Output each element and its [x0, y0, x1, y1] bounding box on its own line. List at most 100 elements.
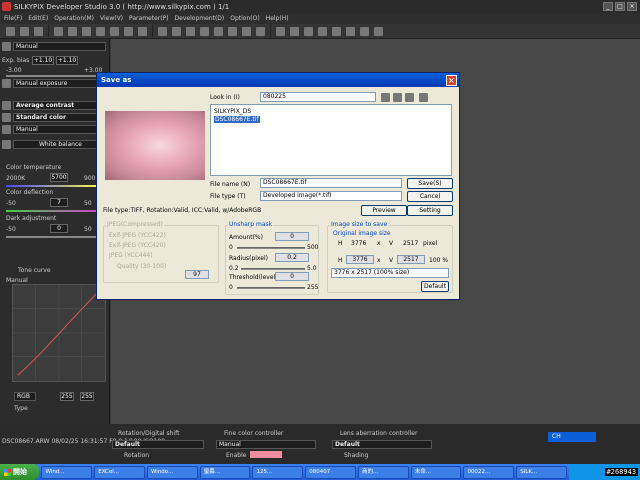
up-folder-icon[interactable]	[393, 93, 402, 102]
menu-option[interactable]: Option(O)	[230, 15, 259, 22]
close-button[interactable]: ×	[627, 2, 637, 11]
new-v-input[interactable]: 2517	[397, 255, 425, 264]
threshold-input[interactable]: 0	[275, 272, 309, 281]
cd-input[interactable]: 7	[50, 198, 68, 207]
menu-help[interactable]: Help(H)	[266, 15, 289, 22]
menu-parameter[interactable]: Parameter(P)	[129, 15, 169, 22]
edit-icon[interactable]	[34, 26, 43, 36]
lens-select[interactable]: Default	[332, 440, 432, 449]
rgb-in[interactable]: 255	[60, 392, 74, 401]
gear-icon[interactable]	[2, 41, 11, 51]
rotation-check[interactable]: Rotation	[124, 452, 149, 459]
back-icon[interactable]	[381, 93, 390, 102]
view-compare-icon[interactable]	[124, 26, 133, 36]
rgb-select[interactable]: RGB	[14, 392, 36, 401]
start-button[interactable]: 開始	[0, 464, 40, 480]
zoom-icon[interactable]	[172, 26, 181, 36]
new-folder-icon[interactable]	[405, 93, 414, 102]
menu-operation[interactable]: Operation(M)	[54, 15, 94, 22]
view-split-icon[interactable]	[138, 26, 147, 36]
rotate-left-icon[interactable]	[186, 26, 195, 36]
minimize-button[interactable]: _	[603, 2, 613, 11]
spot-icon[interactable]	[228, 26, 237, 36]
task-button[interactable]: Wind...	[41, 465, 93, 479]
exp-input[interactable]: +1.10	[32, 55, 54, 65]
size-select[interactable]: 3776 x 2517 (100% size)	[331, 268, 449, 278]
lookin-select[interactable]: 080225	[260, 92, 376, 102]
text-icon[interactable]	[360, 26, 369, 36]
tone-curve[interactable]	[12, 284, 106, 382]
view-menu-icon[interactable]	[419, 93, 428, 102]
da-input[interactable]: 0	[50, 224, 68, 233]
settings-icon[interactable]	[318, 26, 327, 36]
finecolor-select[interactable]: Manual	[216, 440, 316, 449]
da-slider[interactable]	[6, 236, 100, 238]
maximize-button[interactable]: □	[615, 2, 625, 11]
exposure-mode-select[interactable]: Manual exposure	[13, 78, 106, 88]
task-button[interactable]: 080407	[305, 465, 356, 479]
fit-icon[interactable]	[158, 26, 167, 36]
radius-slider[interactable]	[241, 268, 305, 270]
task-button[interactable]: 螢幕...	[199, 465, 251, 479]
wb-icon[interactable]	[256, 26, 265, 36]
list-item[interactable]: SILKYPIX_DS	[214, 108, 251, 115]
exp-slider[interactable]	[6, 75, 100, 77]
eyedropper-icon[interactable]	[242, 26, 251, 36]
crop-icon[interactable]	[214, 26, 223, 36]
open-icon[interactable]	[20, 26, 29, 36]
language-bar[interactable]: CH	[548, 432, 596, 442]
ct-input[interactable]: 5700	[50, 173, 68, 182]
view-single-icon[interactable]	[82, 26, 91, 36]
color-select[interactable]: Standard color	[13, 112, 106, 122]
task-button[interactable]: 商的...	[357, 465, 409, 479]
sharpness-select[interactable]: Manual	[13, 124, 106, 134]
new-icon[interactable]	[6, 26, 15, 36]
task-button[interactable]: Windo...	[146, 465, 198, 479]
color-swatch[interactable]	[250, 451, 282, 458]
jpeg-opt-422[interactable]: Exif-JPEG (YCC422)	[109, 232, 166, 239]
develop-icon[interactable]	[276, 26, 285, 36]
menu-view[interactable]: View(V)	[100, 15, 123, 22]
radius-input[interactable]: 0.2	[275, 253, 309, 262]
menu-file[interactable]: File(F)	[4, 15, 22, 22]
menu-edit[interactable]: Edit(E)	[28, 15, 48, 22]
rotation-select[interactable]: Default	[112, 440, 204, 449]
setting-button[interactable]: Setting	[407, 205, 453, 216]
rgb-out[interactable]: 255	[80, 392, 94, 401]
task-button[interactable]: SILK...	[516, 465, 567, 479]
cancel-button[interactable]: Cancel	[407, 191, 453, 202]
task-button[interactable]: 未命...	[410, 465, 462, 479]
contrast-select[interactable]: Average contrast	[13, 100, 106, 110]
dialog-close-button[interactable]: ×	[446, 74, 457, 86]
new-h-input[interactable]: 3776	[346, 255, 374, 264]
view-grid-icon[interactable]	[96, 26, 105, 36]
wb-button[interactable]: White balance	[13, 139, 106, 149]
undo-icon[interactable]	[54, 26, 63, 36]
list-item[interactable]: DSC08667E.tif	[214, 116, 260, 123]
menu-development[interactable]: Development(D)	[175, 15, 225, 22]
jpeg-opt-444[interactable]: JPEG (YCC444)	[109, 252, 153, 259]
paste-icon[interactable]	[346, 26, 355, 36]
view-list-icon[interactable]	[110, 26, 119, 36]
save-button[interactable]: Save(S)	[407, 178, 453, 189]
filetype-select[interactable]: Developed image(*.tif)	[260, 191, 402, 201]
filename-input[interactable]: DSC08667E.tif	[260, 178, 402, 188]
task-button[interactable]: 00022...	[463, 465, 515, 479]
print-icon[interactable]	[304, 26, 313, 36]
batch-icon[interactable]	[290, 26, 299, 36]
amount-input[interactable]: 0	[275, 232, 309, 241]
cd-slider[interactable]	[6, 210, 100, 212]
task-button[interactable]: 125...	[252, 465, 304, 479]
exp-input-2[interactable]: +1.10	[56, 55, 78, 65]
taste-select[interactable]: Manual	[13, 41, 106, 51]
file-list[interactable]: SILKYPIX_DS DSC08667E.tif	[210, 104, 452, 176]
lens-check[interactable]: Shading	[344, 452, 368, 459]
finecolor-check[interactable]: Enable	[226, 452, 246, 459]
task-button[interactable]: EXCel...	[94, 465, 145, 479]
jpeg-opt-420[interactable]: Exif-JPEG (YCC420)	[109, 242, 166, 249]
redo-icon[interactable]	[68, 26, 77, 36]
quality-input[interactable]: 97	[185, 270, 209, 279]
threshold-slider[interactable]	[237, 287, 305, 289]
amount-slider[interactable]	[237, 247, 305, 249]
grid-icon[interactable]	[374, 26, 383, 36]
